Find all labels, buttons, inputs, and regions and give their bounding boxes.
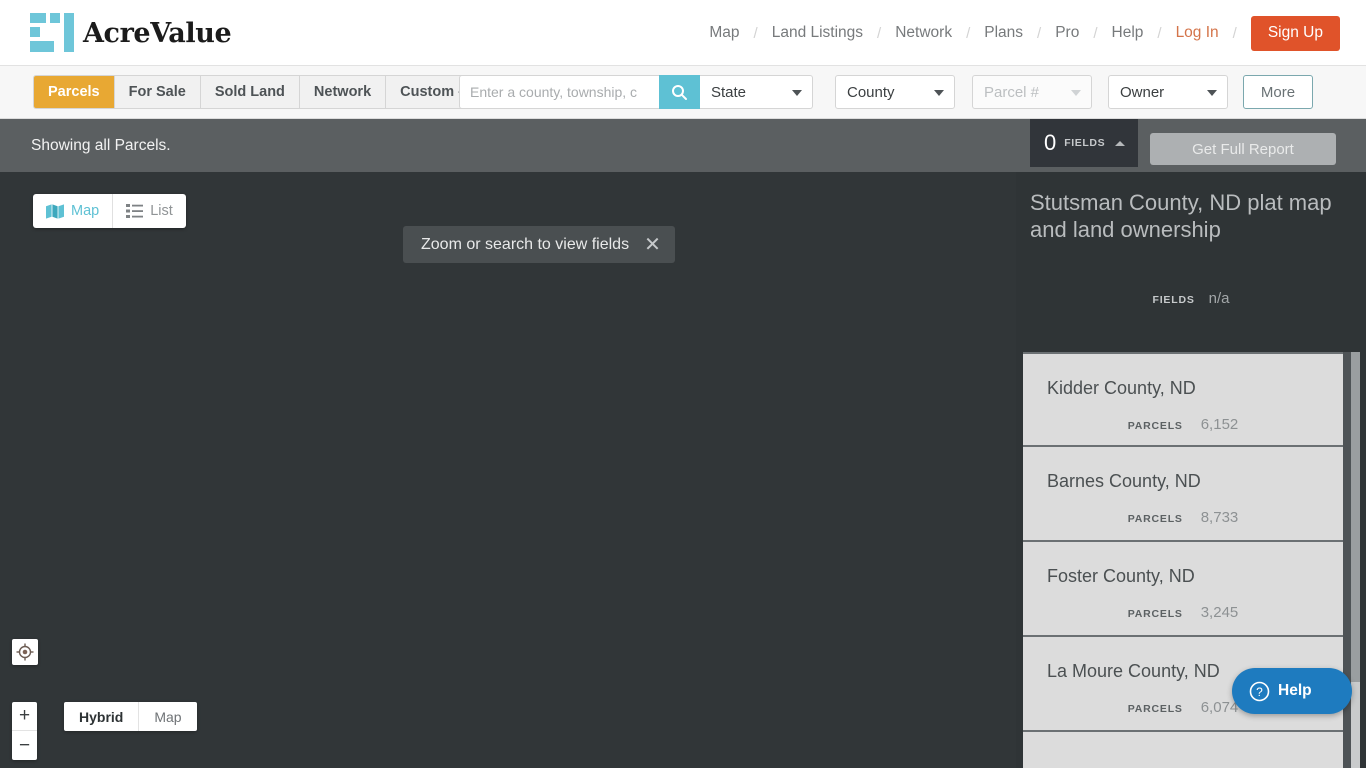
crosshair-icon bbox=[16, 643, 34, 661]
main-navigation: Map / Land Listings / Network / Plans / … bbox=[707, 0, 1340, 66]
search-group: State bbox=[459, 75, 813, 109]
nav-item-land-listings[interactable]: Land Listings bbox=[770, 20, 865, 46]
view-toggle-map-label: Map bbox=[71, 203, 100, 219]
custom-label: Custom - bbox=[400, 84, 463, 100]
search-button[interactable] bbox=[659, 75, 700, 109]
state-dropdown[interactable]: State bbox=[700, 75, 813, 109]
logo-text: AcreValue bbox=[83, 17, 232, 49]
list-item[interactable]: Foster County, ND PARCELS 3,245 bbox=[1023, 542, 1343, 637]
parcels-label: PARCELS bbox=[1127, 420, 1183, 432]
list-item[interactable]: Kidder County, ND PARCELS 6,152 bbox=[1023, 352, 1343, 447]
panel-title: Stutsman County, ND plat map and land ow… bbox=[1030, 190, 1332, 242]
tab-parcels[interactable]: Parcels bbox=[34, 76, 115, 108]
tab-sold-land[interactable]: Sold Land bbox=[200, 76, 300, 108]
status-message: Showing all Parcels. bbox=[31, 136, 171, 154]
chevron-down-icon bbox=[1207, 90, 1217, 96]
zoom-controls: + − bbox=[12, 702, 37, 760]
chevron-down-icon bbox=[934, 90, 944, 96]
parcel-dropdown: Parcel # bbox=[972, 75, 1092, 109]
state-dropdown-label: State bbox=[711, 83, 747, 101]
nav-item-help[interactable]: Help bbox=[1110, 20, 1146, 46]
chevron-down-icon bbox=[792, 90, 802, 96]
search-icon bbox=[672, 84, 687, 100]
fields-counter-label: FIELDS bbox=[1064, 137, 1106, 149]
zoom-out-button[interactable]: − bbox=[12, 731, 37, 760]
nav-separator: / bbox=[1093, 24, 1098, 42]
nav-separator: / bbox=[1037, 24, 1042, 42]
basemap-hybrid[interactable]: Hybrid bbox=[64, 702, 140, 731]
nav-separator: / bbox=[753, 24, 758, 42]
panel-fields-label: FIELDS bbox=[1152, 294, 1195, 306]
panel-fields-value: n/a bbox=[1208, 290, 1230, 307]
search-input[interactable] bbox=[459, 75, 659, 109]
nav-item-plans[interactable]: Plans bbox=[982, 20, 1025, 46]
county-parcels-row: PARCELS 6,152 bbox=[1023, 416, 1343, 433]
parcels-label: PARCELS bbox=[1127, 608, 1183, 620]
filter-toolbar: Parcels For Sale Sold Land Network Custo… bbox=[0, 66, 1366, 119]
zoom-in-button[interactable]: + bbox=[12, 702, 37, 731]
parcels-label: PARCELS bbox=[1127, 703, 1183, 715]
logo[interactable]: AcreValue bbox=[30, 13, 232, 53]
zoom-hint-text: Zoom or search to view fields bbox=[421, 235, 630, 253]
locate-me-button[interactable] bbox=[12, 639, 38, 665]
county-name: Foster County, ND bbox=[1047, 566, 1195, 586]
chevron-up-icon bbox=[1115, 140, 1126, 146]
zoom-hint-banner: Zoom or search to view fields ✕ bbox=[403, 226, 675, 263]
parcels-value: 6,152 bbox=[1200, 416, 1239, 433]
view-toggle-list-label: List bbox=[150, 203, 173, 219]
list-item[interactable]: Barnes County, ND PARCELS 8,733 bbox=[1023, 447, 1343, 542]
nav-item-log-in[interactable]: Log In bbox=[1174, 20, 1221, 46]
parcels-label: PARCELS bbox=[1127, 513, 1183, 525]
view-toggle-list[interactable]: List bbox=[113, 194, 186, 228]
top-header: AcreValue Map / Land Listings / Network … bbox=[0, 0, 1366, 66]
help-button[interactable]: ? Help bbox=[1232, 668, 1352, 714]
panel-scrollbar-thumb[interactable] bbox=[1351, 352, 1360, 682]
county-parcels-row: PARCELS 3,245 bbox=[1023, 604, 1343, 621]
nav-separator: / bbox=[966, 24, 971, 42]
sign-up-button[interactable]: Sign Up bbox=[1250, 15, 1340, 51]
nav-item-network[interactable]: Network bbox=[893, 20, 954, 46]
close-icon[interactable]: ✕ bbox=[644, 235, 661, 255]
parcels-value: 8,733 bbox=[1200, 509, 1239, 526]
map-icon bbox=[46, 203, 64, 219]
county-dropdown[interactable]: County bbox=[835, 75, 955, 109]
chevron-down-icon bbox=[1071, 90, 1081, 96]
help-label: Help bbox=[1278, 682, 1312, 699]
nav-separator: / bbox=[1157, 24, 1162, 42]
owner-dropdown[interactable]: Owner bbox=[1108, 75, 1228, 109]
map-list-view-toggle: Map List bbox=[33, 194, 186, 228]
list-item[interactable] bbox=[1023, 732, 1343, 768]
panel-fields-row: FIELDS n/a bbox=[1016, 290, 1366, 307]
list-icon bbox=[126, 204, 144, 218]
county-name: Kidder County, ND bbox=[1047, 378, 1196, 398]
basemap-map[interactable]: Map bbox=[139, 702, 196, 731]
county-name: Barnes County, ND bbox=[1047, 471, 1201, 491]
view-toggle-map[interactable]: Map bbox=[33, 194, 114, 228]
get-full-report-button[interactable]: Get Full Report bbox=[1150, 133, 1336, 165]
parcels-value: 6,074 bbox=[1200, 699, 1239, 716]
panel-scrollbar[interactable] bbox=[1351, 352, 1360, 768]
more-filters-button[interactable]: More bbox=[1243, 75, 1313, 109]
tab-network[interactable]: Network bbox=[299, 76, 387, 108]
county-parcels-row: PARCELS 8,733 bbox=[1023, 509, 1343, 526]
nav-separator: / bbox=[1232, 24, 1237, 42]
county-dropdown-label: County bbox=[847, 83, 895, 101]
tab-for-sale[interactable]: For Sale bbox=[114, 76, 201, 108]
svg-text:?: ? bbox=[1256, 685, 1263, 699]
layer-tab-group: Parcels For Sale Sold Land Network Custo… bbox=[33, 75, 519, 109]
parcel-dropdown-label: Parcel # bbox=[984, 83, 1040, 101]
fields-counter[interactable]: 0 FIELDS bbox=[1030, 119, 1138, 167]
nav-separator: / bbox=[877, 24, 882, 42]
nav-item-map[interactable]: Map bbox=[707, 20, 741, 46]
parcels-value: 3,245 bbox=[1200, 604, 1239, 621]
question-circle-icon: ? bbox=[1249, 681, 1270, 701]
owner-dropdown-label: Owner bbox=[1120, 83, 1165, 101]
nav-item-pro[interactable]: Pro bbox=[1053, 20, 1081, 46]
acrevalue-logo-icon bbox=[30, 13, 74, 53]
fields-count-value: 0 bbox=[1044, 130, 1057, 155]
county-name: La Moure County, ND bbox=[1047, 661, 1220, 681]
basemap-toggle: Hybrid Map bbox=[64, 702, 197, 731]
